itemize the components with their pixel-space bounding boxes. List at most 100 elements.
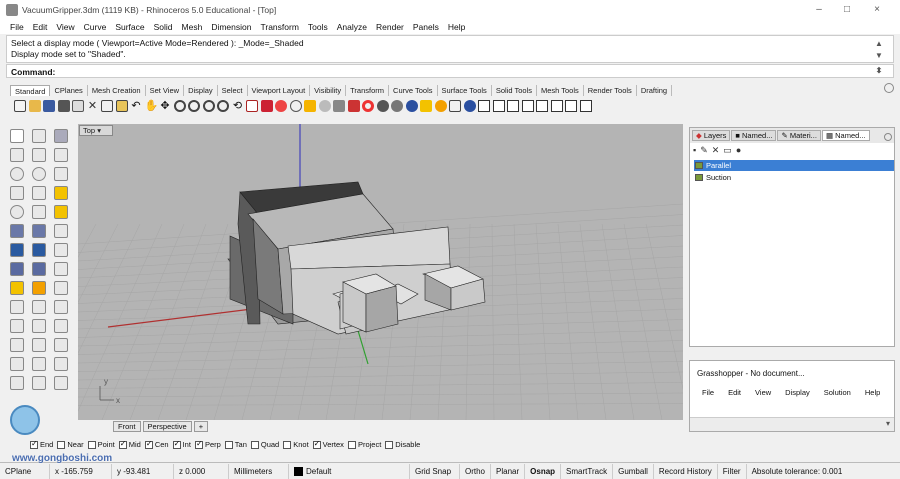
menu-solid[interactable]: Solid [154,22,173,32]
gumball-icon[interactable] [54,129,68,143]
mesh-icon[interactable] [10,262,24,276]
split-icon[interactable] [32,300,46,314]
point-icon[interactable] [32,129,46,143]
menu-analyze[interactable]: Analyze [337,22,367,32]
analyze-icon[interactable] [54,357,68,371]
osnap-checkbox[interactable] [224,440,233,449]
move-icon[interactable] [260,100,273,112]
gh-menu-file[interactable]: File [702,388,714,397]
new-file-icon[interactable] [14,100,26,112]
tab-solid-tools[interactable]: Solid Tools [492,85,537,96]
rotate-view-icon[interactable]: ✥ [159,100,171,112]
zoom-icon[interactable] [173,100,186,112]
menu-edit[interactable]: Edit [33,22,48,32]
empty-button-icon[interactable] [565,100,577,112]
curve-tools-icon[interactable] [54,186,68,200]
osnap-toggle[interactable]: Osnap [525,463,562,479]
text-object-icon[interactable] [54,243,68,257]
menu-panels[interactable]: Panels [413,22,439,32]
empty-button-icon[interactable] [536,100,548,112]
tab-display[interactable]: Display [184,85,218,96]
tab-select[interactable]: Select [218,85,248,96]
zoom-selected-icon[interactable] [217,100,229,112]
top-viewport[interactable]: y x Top ▾ [78,124,683,420]
tab-materials[interactable]: ✎ Materi... [777,130,821,141]
empty-button-icon[interactable] [492,100,505,112]
empty-button-icon[interactable] [521,100,534,112]
rebuild-icon[interactable] [54,262,68,276]
tab-visibility[interactable]: Visibility [310,85,347,96]
fillet-icon[interactable] [10,338,24,352]
rectangle-icon[interactable] [10,186,24,200]
square-icon[interactable] [32,186,46,200]
menu-surface[interactable]: Surface [115,22,144,32]
group-icon[interactable] [449,100,461,112]
object-color-icon[interactable] [362,100,374,112]
edit-tool-icon[interactable] [54,224,68,238]
menu-mesh[interactable]: Mesh [182,22,203,32]
offset-icon[interactable] [32,338,46,352]
arc-icon[interactable] [10,205,24,219]
curve-icon[interactable] [32,148,46,162]
undo-icon[interactable]: ↶ [130,100,142,112]
ellipse-icon[interactable] [32,167,46,181]
add-viewport-tab-button[interactable]: + [193,421,209,432]
menu-render[interactable]: Render [376,22,404,32]
close-button[interactable]: × [862,4,892,16]
pencil-icon[interactable] [420,100,432,112]
tab-named-cplanes[interactable]: ▦ Named... [821,130,870,141]
solid-icon[interactable] [32,243,46,257]
curve-from-objects-icon[interactable] [54,205,68,219]
grasshopper-expand-icon[interactable]: ▾ [886,419,890,428]
layer-row-parallel[interactable]: Parallel [694,160,894,171]
osnap-quad[interactable]: Quad [250,440,279,449]
array-icon[interactable] [32,319,46,333]
copy-icon[interactable] [101,100,113,112]
save-icon[interactable] [43,100,55,112]
osnap-cen[interactable]: Cen [144,439,169,449]
annotation-icon[interactable] [54,319,68,333]
mesh-tools-icon[interactable] [32,262,46,276]
command-dropdown-icon[interactable]: ⬍ [875,66,883,75]
gh-menu-solution[interactable]: Solution [824,388,851,397]
tab-curve-tools[interactable]: Curve Tools [389,85,438,96]
minimize-button[interactable]: – [804,4,834,16]
snap-tools-icon[interactable] [32,357,46,371]
tools-icon[interactable] [54,376,68,390]
sphere-icon[interactable] [10,319,24,333]
planar-toggle[interactable]: Planar [491,463,526,479]
tab-viewport-layout[interactable]: Viewport Layout [248,85,311,96]
print-icon[interactable] [57,100,70,112]
drafting-icon[interactable] [32,376,46,390]
empty-button-icon[interactable] [507,100,519,112]
status-layer[interactable]: Default [289,463,410,479]
osnap-checkbox[interactable] [385,440,394,449]
import-icon[interactable] [72,100,84,112]
free-curve-icon[interactable] [32,205,46,219]
scroll-up-icon[interactable]: ▲ [875,38,883,49]
osnap-checkbox[interactable] [347,440,356,449]
osnap-perp[interactable]: Perp [194,439,221,449]
osnap-vertex[interactable]: Vertex [312,439,344,449]
osnap-project[interactable]: Project [347,440,381,449]
layer-color-icon[interactable] [347,100,360,112]
osnap-knot[interactable]: Knot [283,440,309,449]
empty-button-icon[interactable] [478,100,490,112]
explode-icon[interactable] [32,281,46,295]
tab-surface-tools[interactable]: Surface Tools [438,85,492,96]
light-bulb-icon[interactable] [318,100,331,112]
gh-menu-display[interactable]: Display [785,388,810,397]
dimension-icon[interactable] [54,338,68,352]
ortho-toggle[interactable]: Ortho [460,463,492,479]
tab-render-tools[interactable]: Render Tools [584,85,637,96]
shaded-sphere-icon[interactable] [391,100,403,112]
tab-transform[interactable]: Transform [346,85,390,96]
menu-curve[interactable]: Curve [84,22,107,32]
rendered-sphere-icon[interactable] [376,100,389,112]
pan-hand-icon[interactable]: ✋ [145,100,159,112]
scroll-down-icon[interactable]: ▼ [875,50,883,61]
gh-menu-help[interactable]: Help [865,388,880,397]
surface-icon[interactable] [10,224,24,238]
boolean-union-icon[interactable] [10,281,24,295]
viewport-title-tab[interactable]: Top ▾ [79,125,113,136]
